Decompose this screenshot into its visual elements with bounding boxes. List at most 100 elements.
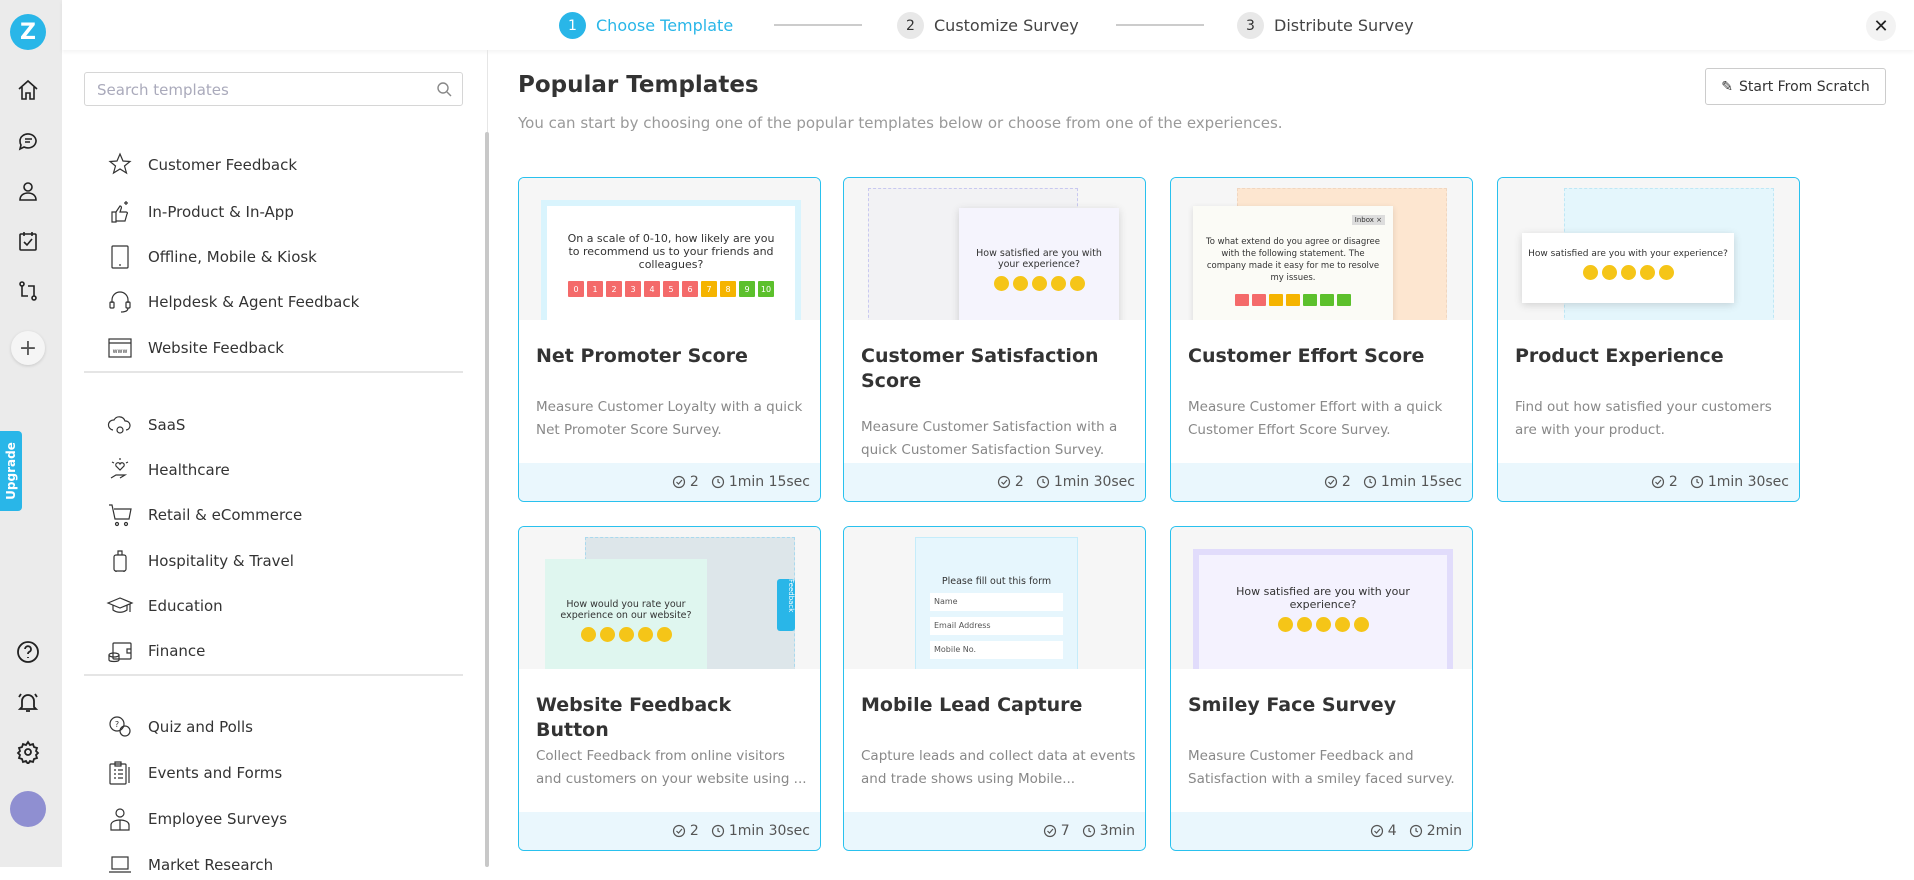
employee-icon [110, 808, 130, 831]
scrollbar[interactable] [485, 132, 489, 867]
card-description: Measure Customer Feedback and Satisfacti… [1188, 748, 1455, 787]
help-icon[interactable] [13, 637, 43, 667]
step-number: 3 [1237, 12, 1264, 39]
question-count: 4 [1387, 823, 1397, 839]
step-customize-survey[interactable]: 2 Customize Survey [897, 12, 1079, 39]
sidebar-item-website-feedback[interactable]: www Website Feedback [106, 333, 284, 363]
step-label: Customize Survey [934, 16, 1079, 35]
pencil-icon: ✎ [1721, 78, 1733, 95]
chat-icon[interactable] [13, 126, 43, 156]
nps-scale: 0 1 2 3 4 5 6 7 8 9 10 [565, 281, 777, 297]
luggage-icon [113, 550, 127, 572]
sidebar-item-events-and-forms[interactable]: Events and Forms [106, 758, 282, 788]
divider [84, 674, 463, 676]
upgrade-label: Upgrade [4, 442, 18, 500]
sidebar-item-offline-mobile-kiosk[interactable]: Offline, Mobile & Kiosk [106, 242, 317, 272]
divider [84, 371, 463, 373]
check-circle-icon [672, 475, 685, 489]
thumbs-up-sparkle-icon [111, 201, 129, 223]
calendar-check-icon[interactable] [13, 226, 43, 256]
laptop-icon [109, 856, 131, 873]
stepper-bar: 1 Choose Template 2 Customize Survey 3 Dist… [62, 0, 1914, 50]
card-footer: 7 3min [844, 812, 1145, 850]
card-title: Smiley Face Survey [1188, 694, 1397, 716]
form-field: Mobile No. [930, 641, 1063, 659]
clock-icon [1363, 475, 1376, 489]
template-card[interactable]: How satisfied are you with your experien… [1170, 526, 1473, 851]
emoji-scale [969, 276, 1109, 291]
template-preview: Inbox × To what extend do you agree or di… [1171, 178, 1472, 320]
workflow-icon[interactable] [13, 276, 43, 306]
sidebar-item-label: Hospitality & Travel [148, 552, 294, 570]
template-preview: How satisfied are you with your experien… [1171, 527, 1472, 669]
preview-question: How satisfied are you with your experien… [1236, 585, 1410, 611]
page-title: Popular Templates [518, 72, 759, 98]
effort-scale [1201, 294, 1385, 306]
button-label: Start From Scratch [1738, 78, 1870, 95]
check-circle-icon [1651, 475, 1664, 489]
sidebar-item-customer-feedback[interactable]: Customer Feedback [106, 150, 297, 180]
card-footer: 2 1min 15sec [1171, 463, 1472, 501]
bell-icon[interactable] [13, 687, 43, 717]
wallet-icon [108, 642, 132, 663]
sidebar-item-finance[interactable]: Finance [106, 636, 205, 666]
start-from-scratch-button[interactable]: ✎ Start From Scratch [1705, 68, 1886, 105]
sidebar-item-hospitality-travel[interactable]: Hospitality & Travel [106, 546, 294, 576]
user-icon[interactable] [13, 176, 43, 206]
www-icon: www [108, 338, 132, 358]
tablet-icon [111, 245, 129, 269]
clock-icon [711, 475, 724, 489]
avatar[interactable] [10, 791, 46, 827]
quiz-icon: ? [109, 716, 131, 737]
step-distribute-survey[interactable]: 3 Distribute Survey [1237, 12, 1414, 39]
sidebar-item-label: Healthcare [148, 461, 230, 479]
question-count: 2 [1341, 474, 1351, 490]
nav-rail: Z + Upgrade [0, 0, 62, 867]
card-title: Customer Satisfaction Score [861, 345, 1099, 392]
feedback-tab: Feedback [777, 579, 795, 631]
search-placeholder: Search templates [97, 81, 229, 99]
template-card[interactable]: Please fill out this form Name Email Addre… [843, 526, 1146, 851]
sidebar-item-quiz-and-polls[interactable]: ? Quiz and Polls [106, 712, 253, 742]
step-choose-template[interactable]: 1 Choose Template [559, 12, 733, 39]
duration: 1min 15sec [728, 474, 810, 490]
sidebar-item-education[interactable]: Education [106, 591, 223, 621]
template-card[interactable]: How satisfied are you with your experien… [843, 177, 1146, 502]
template-card[interactable]: Inbox × To what extend do you agree or di… [1170, 177, 1473, 502]
step-label: Distribute Survey [1274, 16, 1414, 35]
clipboard-icon [109, 761, 130, 785]
card-title: Mobile Lead Capture [861, 694, 1083, 716]
card-footer: 2 1min 30sec [1498, 463, 1799, 501]
sidebar-item-healthcare[interactable]: Healthcare [106, 455, 230, 485]
search-input[interactable]: Search templates [84, 72, 463, 106]
card-footer: 2 1min 15sec [519, 463, 820, 501]
step-connector [1116, 24, 1204, 26]
app-logo[interactable]: Z [10, 14, 46, 50]
sidebar-item-helpdesk-agent-feedback[interactable]: Helpdesk & Agent Feedback [106, 287, 359, 317]
sidebar-item-saas[interactable]: SaaS [106, 410, 185, 440]
emoji-scale [1229, 617, 1417, 632]
template-card[interactable]: How satisfied are you with your experien… [1497, 177, 1800, 502]
upgrade-button[interactable]: Upgrade [0, 431, 22, 511]
close-button[interactable]: ✕ [1866, 11, 1896, 41]
plus-icon[interactable]: + [11, 331, 45, 365]
gear-icon[interactable] [13, 737, 43, 767]
home-icon[interactable] [13, 75, 43, 105]
template-preview: Feedback How would you rate your experien… [519, 527, 820, 669]
cart-icon [109, 504, 132, 527]
sidebar-item-market-research[interactable]: Market Research [106, 850, 273, 880]
headset-icon [109, 291, 131, 313]
template-preview: On a scale of 0-10, how likely are you t… [519, 178, 820, 320]
card-description: Measure Customer Effort with a quick Cus… [1188, 399, 1443, 438]
sidebar-item-in-product-in-app[interactable]: In-Product & In-App [106, 197, 294, 227]
template-card[interactable]: Feedback How would you rate your experien… [518, 526, 821, 851]
duration: 1min 30sec [728, 823, 810, 839]
sidebar-item-employee-surveys[interactable]: Employee Surveys [106, 804, 287, 834]
form-field: Name [930, 593, 1063, 611]
heart-hand-icon [110, 458, 129, 479]
search-icon[interactable] [436, 81, 452, 101]
sidebar-item-label: Retail & eCommerce [148, 506, 303, 524]
preview-question: How would you rate your experience on ou… [560, 599, 692, 621]
template-card[interactable]: On a scale of 0-10, how likely are you t… [518, 177, 821, 502]
sidebar-item-retail-ecommerce[interactable]: Retail & eCommerce [106, 500, 302, 530]
